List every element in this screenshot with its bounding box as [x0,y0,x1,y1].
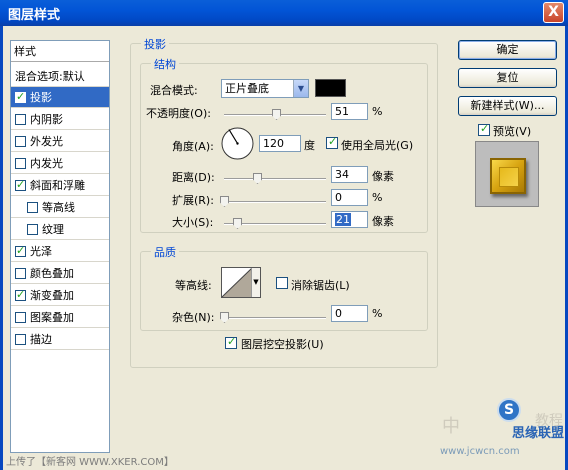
spread-input[interactable]: 0 [331,189,368,206]
style-list-item[interactable]: 斜面和浮雕 [11,175,109,196]
structure-title: 结构 [151,56,179,72]
global-light-label[interactable]: 使用全局光(G) [341,137,413,153]
distance-unit-label: 像素 [372,170,394,183]
antialias-label[interactable]: 消除锯齿(L) [291,277,350,293]
ok-button[interactable]: 确定 [458,40,557,60]
style-list: 样式 混合选项:默认 投影内阴影外发光内发光斜面和浮雕等高线纹理光泽颜色叠加渐变… [10,40,110,453]
opacity-label: 不透明度(O): [146,107,211,120]
size-unit-label: 像素 [372,215,394,228]
spread-slider[interactable] [220,196,326,207]
watermark-cn-left: 中 [442,416,460,437]
style-item-label: 描边 [30,333,52,346]
style-list-header: 样式 [11,41,109,62]
noise-slider[interactable] [220,312,326,323]
style-item-checkbox[interactable] [15,178,26,191]
close-button[interactable]: X [543,2,564,23]
style-list-item[interactable]: 等高线 [11,197,109,218]
title-bar: 图层样式 X [0,0,568,26]
contour-picker[interactable]: ▼ [221,267,261,298]
style-item-checkbox[interactable] [27,223,38,235]
style-item-checkbox[interactable] [15,157,26,169]
noise-label: 杂色(N): [172,311,215,324]
style-list-item[interactable]: 外发光 [11,131,109,152]
style-item-label: 颜色叠加 [30,267,74,280]
watermark-site: www.jcwcn.com [440,446,520,457]
style-item-label: 外发光 [30,135,63,148]
global-light-checkbox[interactable] [326,135,338,149]
preview-checkbox[interactable] [478,122,490,136]
preview-label[interactable]: 预览(V) [493,123,531,139]
distance-label: 距离(D): [172,171,215,184]
style-item-checkbox[interactable] [15,333,26,345]
style-item-label: 内阴影 [30,113,63,126]
new-style-button[interactable]: 新建样式(W)... [458,96,557,116]
size-slider[interactable] [224,218,326,229]
style-item-checkbox[interactable] [15,288,26,301]
size-input-selected-text: 21 [335,213,351,226]
style-item-checkbox[interactable] [15,135,26,147]
style-item-label: 光泽 [30,245,52,258]
distance-slider[interactable] [224,173,326,184]
window-title: 图层样式 [8,8,61,23]
style-list-item[interactable]: 图案叠加 [11,307,109,328]
style-list-item[interactable]: 颜色叠加 [11,263,109,284]
size-input[interactable]: 21 [331,211,368,228]
style-item-label: 纹理 [42,223,64,236]
blending-options-item[interactable]: 混合选项:默认 [11,66,109,87]
bottom-watermark: 上传了【新客网 WWW.XKER.COM】 [6,457,174,468]
style-item-checkbox[interactable] [15,90,26,103]
quality-title: 品质 [151,244,179,260]
spread-label: 扩展(R): [172,194,214,207]
noise-percent-label: % [372,307,383,320]
style-item-label: 渐变叠加 [30,289,74,302]
angle-label: 角度(A): [172,140,214,153]
angle-input[interactable]: 120 [259,135,301,152]
contour-dropdown-icon[interactable]: ▼ [251,268,260,297]
blend-mode-label: 混合模式: [150,84,198,97]
size-label: 大小(S): [172,216,214,229]
shadow-color-swatch[interactable] [315,79,346,97]
style-item-label: 等高线 [42,201,75,214]
angle-unit-label: 度 [304,139,315,152]
style-list-item[interactable]: 投影 [11,87,109,108]
reset-button[interactable]: 复位 [458,68,557,88]
opacity-slider[interactable] [224,109,326,120]
angle-dial[interactable] [221,127,254,160]
style-item-checkbox[interactable] [27,201,38,213]
style-list-item[interactable]: 内阴影 [11,109,109,130]
style-item-checkbox[interactable] [15,311,26,323]
blend-mode-select[interactable]: 正片叠底 ▼ [221,79,309,98]
watermark-brand: 思缘联盟 [512,426,565,441]
style-list-item[interactable]: 内发光 [11,153,109,174]
knockout-checkbox[interactable] [225,335,237,349]
style-item-checkbox[interactable] [15,113,26,125]
opacity-input[interactable]: 51 [331,103,368,120]
style-item-label: 投影 [30,91,52,104]
gold-gem-preview-icon [490,158,526,194]
style-item-checkbox[interactable] [15,244,26,257]
watermark-logo-icon: S [497,398,521,422]
style-list-item[interactable]: 渐变叠加 [11,285,109,306]
distance-input[interactable]: 34 [331,166,368,183]
blend-mode-value: 正片叠底 [225,82,269,95]
opacity-percent-label: % [372,105,383,118]
style-item-label: 内发光 [30,157,63,170]
style-list-item[interactable]: 描边 [11,329,109,350]
drop-shadow-title: 投影 [141,36,169,52]
style-item-label: 斜面和浮雕 [30,179,85,192]
style-list-item[interactable]: 光泽 [11,241,109,262]
style-preview-thumbnail [475,141,539,207]
contour-label: 等高线: [175,279,212,292]
chevron-down-icon: ▼ [293,80,308,97]
style-item-label: 图案叠加 [30,311,74,324]
antialias-checkbox[interactable] [276,277,288,289]
style-list-item[interactable]: 纹理 [11,219,109,240]
spread-percent-label: % [372,191,383,204]
noise-input[interactable]: 0 [331,305,368,322]
knockout-label[interactable]: 图层挖空投影(U) [241,336,324,352]
style-item-checkbox[interactable] [15,267,26,279]
